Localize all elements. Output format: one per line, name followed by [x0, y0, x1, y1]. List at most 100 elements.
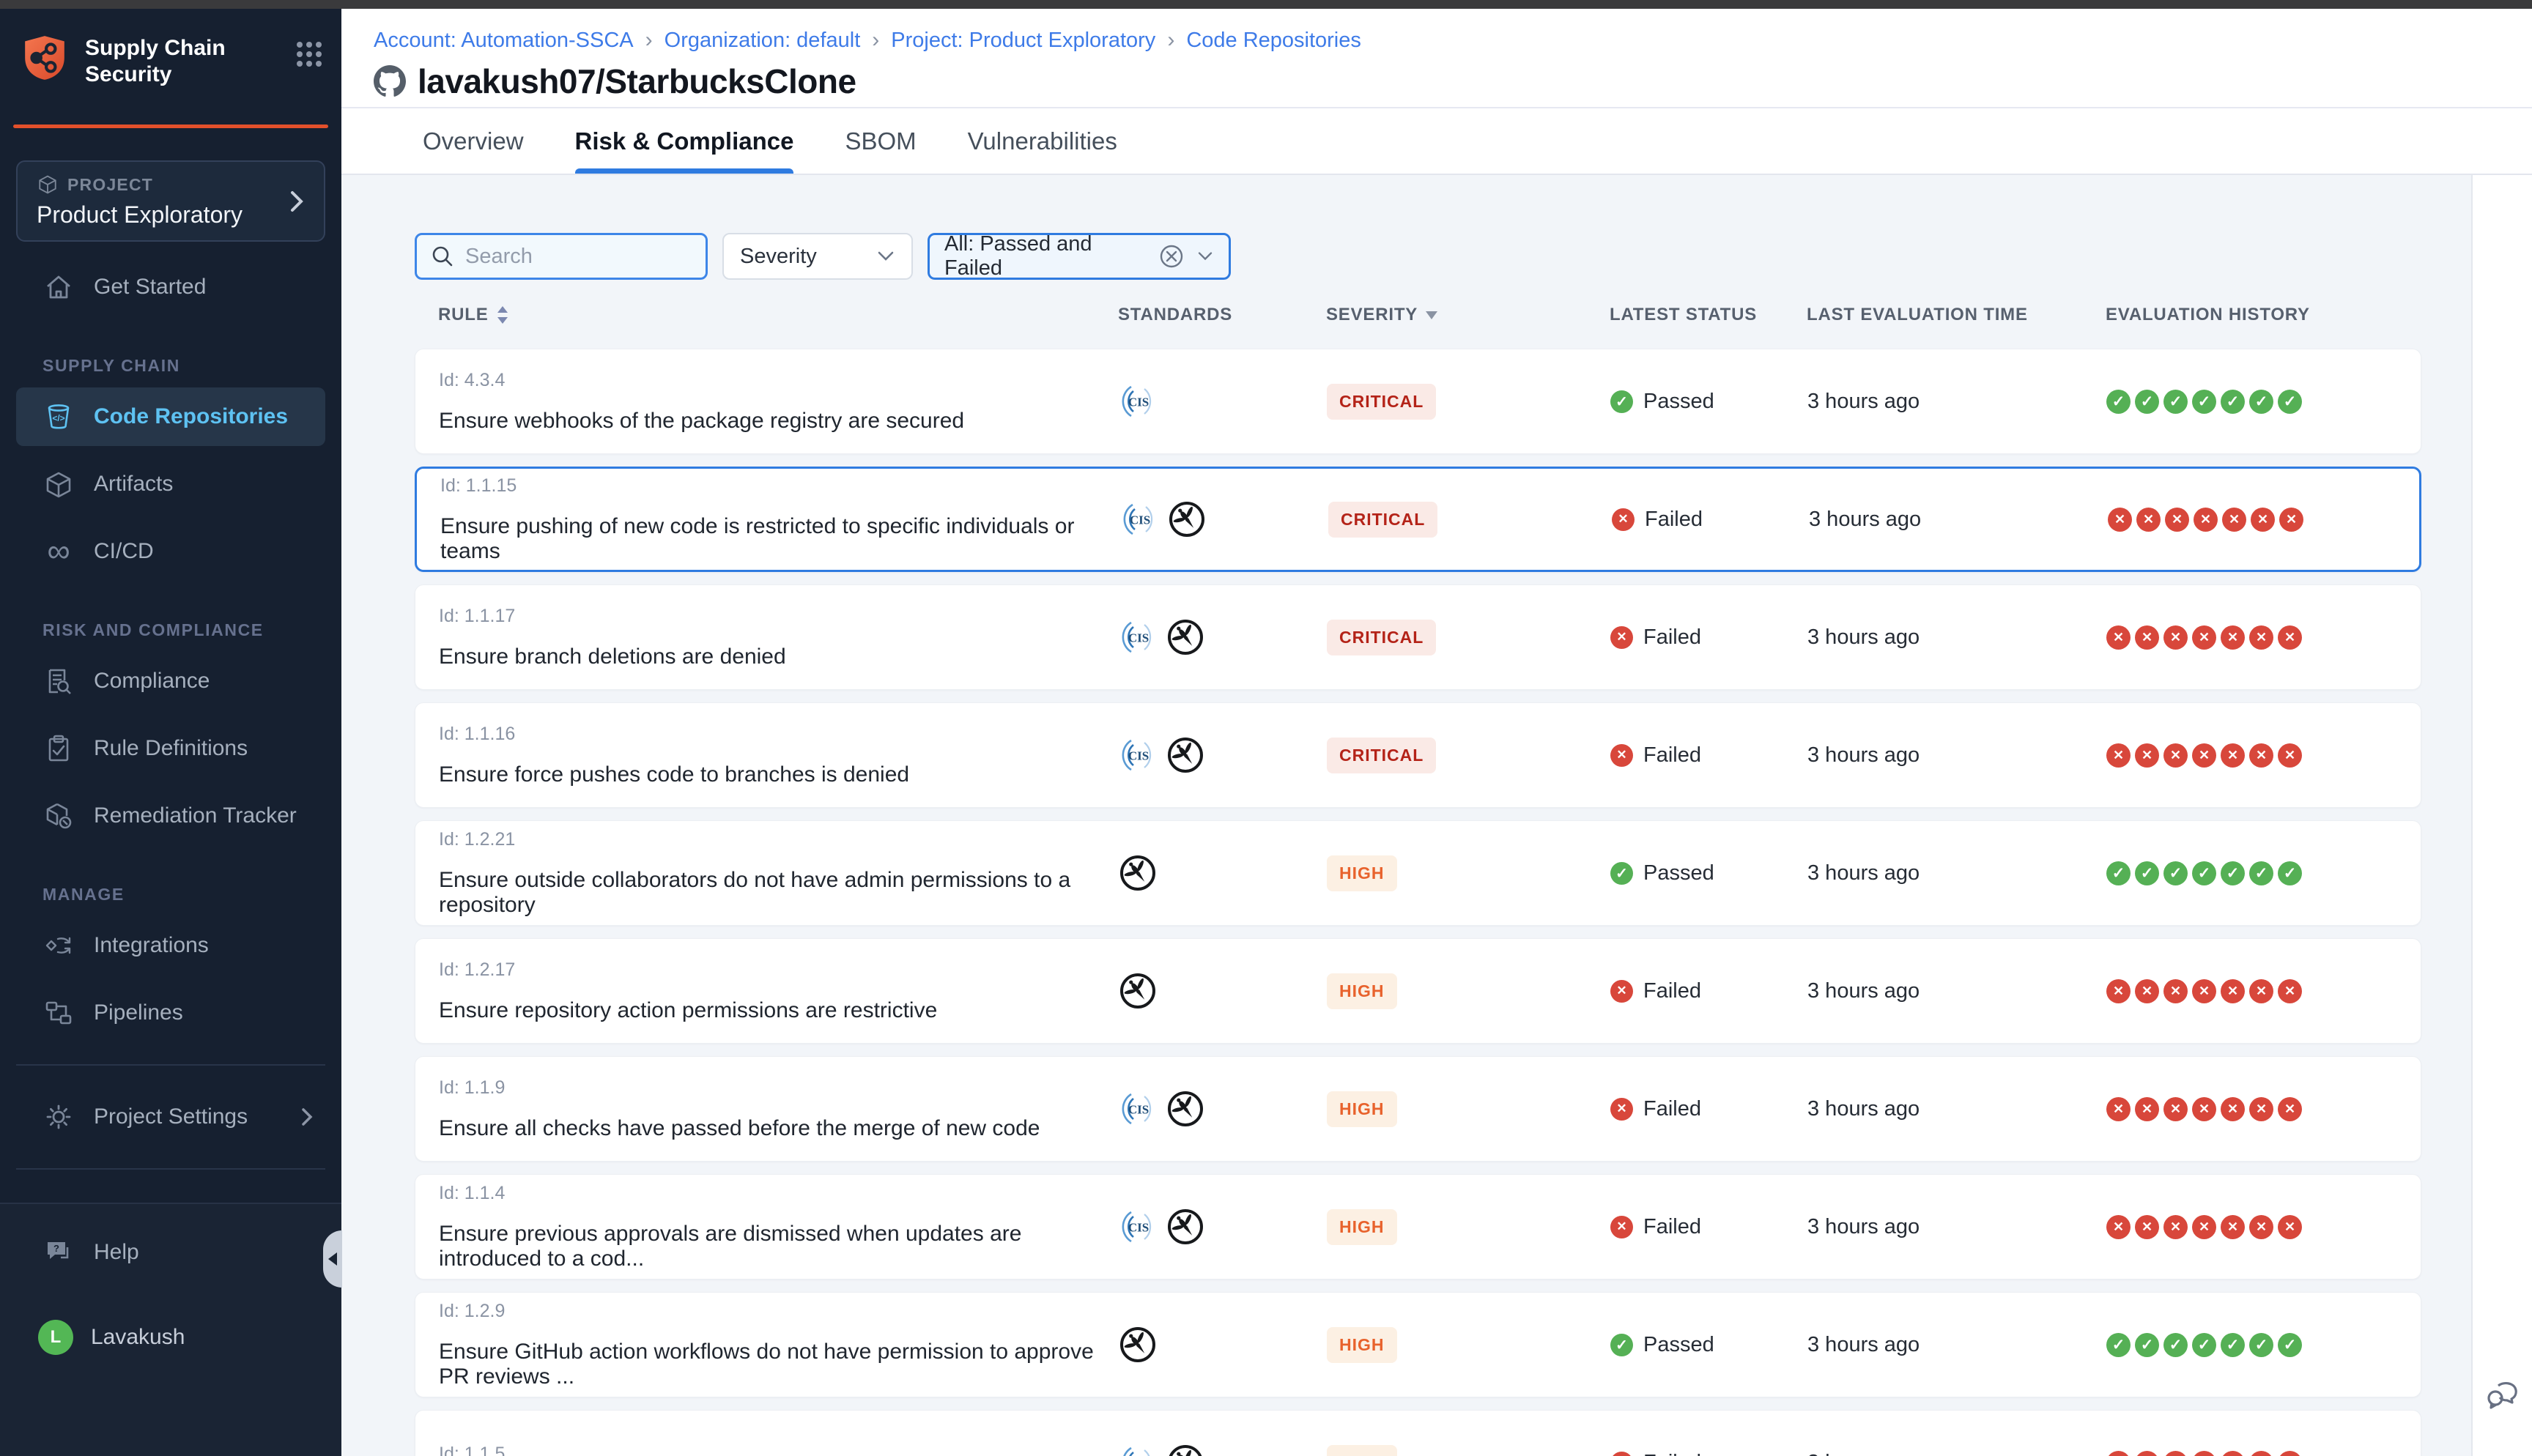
history-fail-icon: [2163, 743, 2188, 768]
tab-overview[interactable]: Overview: [423, 108, 524, 174]
evaluation-time: 3 hours ago: [1807, 1333, 2106, 1357]
tab-vulnerabilities[interactable]: Vulnerabilities: [968, 108, 1117, 174]
breadcrumb-code-repositories[interactable]: Code Repositories: [1186, 29, 1361, 53]
severity-badge: CRITICAL: [1328, 502, 1437, 538]
severity-cell: HIGH: [1327, 1091, 1610, 1127]
sidebar-item-integrations[interactable]: Integrations: [16, 916, 325, 975]
sidebar-item-code-repositories[interactable]: </> Code Repositories: [16, 387, 325, 446]
table-row[interactable]: Id: 1.2.21 Ensure outside collaborators …: [415, 820, 2421, 926]
search-input-wrapper: [415, 233, 708, 280]
rule-id: Id: 1.2.9: [439, 1301, 1119, 1322]
history-fail-icon: [2163, 979, 2188, 1003]
table-row[interactable]: Id: 1.1.15 Ensure pushing of new code is…: [415, 467, 2421, 572]
sidebar-item-artifacts[interactable]: Artifacts: [16, 455, 325, 513]
tab-sbom[interactable]: SBOM: [845, 108, 916, 174]
rule-id: Id: 1.1.5: [439, 1444, 1119, 1456]
history-pass-icon: [2249, 1333, 2273, 1357]
search-icon: [430, 244, 455, 269]
app-grid-icon[interactable]: [295, 40, 324, 69]
breadcrumb-organization[interactable]: Organization: default: [665, 29, 861, 53]
owasp-standard-icon: [1166, 1208, 1204, 1246]
history-pass-icon: [2135, 1333, 2159, 1357]
history-pass-icon: [2278, 390, 2302, 414]
code-repository-icon: </>: [42, 401, 75, 433]
sidebar-item-label: Pipelines: [94, 1000, 183, 1025]
sidebar-item-cicd[interactable]: ∞ CI/CD: [16, 522, 325, 581]
status-icon: [1610, 390, 1633, 413]
evaluation-time: 3 hours ago: [1807, 1097, 2106, 1121]
sidebar-item-label: Rule Definitions: [94, 736, 248, 761]
table-row[interactable]: Id: 4.3.4 Ensure webhooks of the package…: [415, 349, 2421, 454]
table-row[interactable]: Id: 1.1.17 Ensure branch deletions are d…: [415, 584, 2421, 690]
severity-badge: CRITICAL: [1327, 620, 1436, 655]
owasp-standard-icon: [1166, 618, 1204, 656]
history-pass-icon: [2192, 1333, 2216, 1357]
status-cell: Passed: [1610, 390, 1807, 414]
svg-text:CIS: CIS: [1128, 749, 1149, 763]
sidebar-item-help[interactable]: ? Help: [16, 1223, 325, 1282]
standards-cell: CIS: [1120, 500, 1328, 538]
feedback-chat-icon[interactable]: [2484, 1375, 2522, 1414]
history-fail-icon: [2135, 625, 2159, 650]
status-icon: [1610, 1334, 1633, 1356]
sidebar-divider: [16, 1168, 325, 1170]
breadcrumb-separator: ›: [1167, 28, 1174, 53]
status-text: Failed: [1643, 1097, 1701, 1121]
table-row[interactable]: Id: 1.1.4 Ensure previous approvals are …: [415, 1174, 2421, 1279]
status-filter-label: All: Passed and Failed: [944, 232, 1147, 281]
column-rule[interactable]: RULE: [438, 305, 1118, 325]
sort-icon[interactable]: [496, 305, 509, 325]
status-cell: Passed: [1610, 861, 1807, 885]
table-row[interactable]: Id: 1.2.9 Ensure GitHub action workflows…: [415, 1292, 2421, 1397]
status-cell: Failed: [1610, 743, 1807, 768]
search-input[interactable]: [465, 245, 692, 269]
project-label: PROJECT: [37, 174, 305, 196]
sidebar: Supply Chain Security PROJECT Product Ex…: [0, 9, 341, 1456]
page-header: Account: Automation-SSCA › Organization:…: [341, 9, 2532, 175]
table-row[interactable]: Id: 1.1.16 Ensure force pushes code to b…: [415, 702, 2421, 808]
page-title: lavakush07/StarbucksClone: [418, 62, 856, 101]
table-row[interactable]: Id: 1.1.9 Ensure all checks have passed …: [415, 1056, 2421, 1162]
rule-cell: Id: 1.1.4 Ensure previous approvals are …: [439, 1183, 1119, 1271]
breadcrumb-account[interactable]: Account: Automation-SSCA: [374, 29, 634, 53]
user-menu[interactable]: L Lavakush: [16, 1311, 325, 1364]
sidebar-item-compliance[interactable]: Compliance: [16, 652, 325, 710]
status-text: Failed: [1643, 625, 1701, 650]
column-severity[interactable]: SEVERITY: [1326, 305, 1610, 325]
status-filter-dropdown[interactable]: All: Passed and Failed: [928, 233, 1231, 280]
sidebar-item-get-started[interactable]: Get Started: [16, 258, 325, 316]
sidebar-item-rule-definitions[interactable]: Rule Definitions: [16, 719, 325, 778]
table-row[interactable]: Id: 1.1.5 CIS: [415, 1410, 2421, 1456]
history-fail-icon: [2278, 979, 2302, 1003]
evaluation-history: [2106, 390, 2421, 414]
evaluation-time: 3 hours ago: [1807, 1451, 2106, 1456]
sidebar-item-pipelines[interactable]: Pipelines: [16, 984, 325, 1042]
svg-text:CIS: CIS: [1128, 631, 1149, 645]
tab-risk-compliance[interactable]: Risk & Compliance: [575, 108, 794, 174]
clear-filter-icon[interactable]: [1158, 243, 1185, 270]
history-fail-icon: [2249, 1097, 2273, 1121]
history-fail-icon: [2249, 625, 2273, 650]
rule-title: Ensure webhooks of the package registry …: [439, 409, 1119, 434]
history-fail-icon: [2221, 625, 2245, 650]
severity-filter-dropdown[interactable]: Severity: [722, 233, 913, 280]
standards-cell: CIS: [1119, 736, 1327, 774]
project-selector[interactable]: PROJECT Product Exploratory: [16, 160, 325, 242]
sidebar-collapse-handle[interactable]: [323, 1230, 342, 1288]
table-row[interactable]: Id: 1.2.17 Ensure repository action perm…: [415, 938, 2421, 1044]
status-cell: Failed: [1610, 1451, 1807, 1456]
rule-cell: Id: 1.2.21 Ensure outside collaborators …: [439, 829, 1119, 918]
severity-cell: CRITICAL: [1327, 384, 1610, 420]
breadcrumb-project[interactable]: Project: Product Exploratory: [891, 29, 1155, 53]
sidebar-item-project-settings[interactable]: Project Settings: [16, 1088, 325, 1146]
status-text: Failed: [1643, 743, 1701, 768]
history-fail-icon: [2192, 1215, 2216, 1239]
history-fail-icon: [2192, 1451, 2216, 1456]
cis-standard-icon: CIS: [1120, 500, 1158, 538]
evaluation-time: 3 hours ago: [1807, 390, 2106, 414]
svg-text:</>: </>: [52, 413, 64, 423]
severity-cell: HIGH: [1327, 1327, 1610, 1363]
sidebar-item-remediation-tracker[interactable]: Remediation Tracker: [16, 787, 325, 845]
history-fail-icon: [2163, 1215, 2188, 1239]
history-fail-icon: [2221, 1097, 2245, 1121]
